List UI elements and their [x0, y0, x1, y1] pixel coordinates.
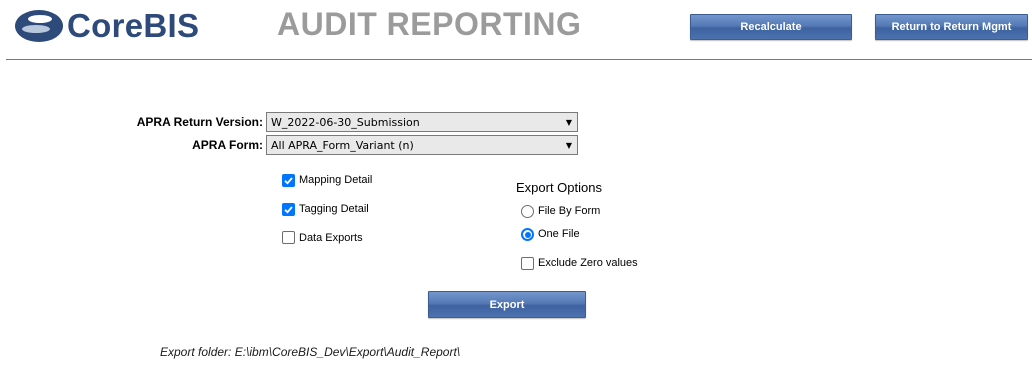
logo-text: CoreBIS: [67, 7, 200, 44]
exclude-zero-values-checkbox[interactable]: [521, 257, 534, 270]
dropdown-arrow-icon: ▼: [565, 117, 572, 127]
corebis-logo-icon: [15, 10, 63, 42]
apra-return-version-select[interactable]: W_2022-06-30_Submission ▼: [266, 112, 578, 132]
export-options-title: Export Options: [516, 180, 602, 195]
page-title: AUDIT REPORTING: [277, 6, 582, 42]
tagging-detail-label: Tagging Detail: [299, 203, 369, 215]
apra-return-version-label: APRA Return Version:: [136, 115, 263, 129]
dropdown-arrow-icon: ▼: [565, 140, 572, 150]
file-by-form-radio[interactable]: [521, 205, 534, 218]
one-file-label: One File: [538, 228, 580, 240]
file-by-form-label: File By Form: [538, 205, 601, 217]
mapping-detail-checkbox[interactable]: [282, 174, 295, 187]
export-folder-path: Export folder: E:\ibm\CoreBIS_Dev\Export…: [160, 345, 461, 359]
one-file-radio[interactable]: [521, 228, 534, 241]
mapping-detail-label: Mapping Detail: [299, 174, 373, 186]
corebis-logo: CoreBIS: [14, 6, 199, 46]
apra-form-select[interactable]: All APRA_Form_Variant (n) ▼: [266, 135, 578, 155]
header-divider: [6, 59, 1032, 60]
apra-form-label: APRA Form:: [192, 138, 263, 152]
apra-return-version-value: W_2022-06-30_Submission: [271, 115, 420, 129]
recalculate-button[interactable]: Recalculate: [690, 14, 852, 40]
tagging-detail-checkbox[interactable]: [282, 203, 295, 216]
checkmark-icon: [284, 206, 293, 214]
exclude-zero-values-label: Exclude Zero values: [538, 257, 638, 269]
return-to-return-mgmt-button[interactable]: Return to Return Mgmt: [875, 14, 1028, 40]
apra-form-value: All APRA_Form_Variant (n): [271, 138, 414, 152]
data-exports-checkbox[interactable]: [282, 231, 295, 244]
data-exports-label: Data Exports: [299, 232, 363, 244]
export-button[interactable]: Export: [428, 291, 586, 318]
checkmark-icon: [284, 177, 293, 185]
